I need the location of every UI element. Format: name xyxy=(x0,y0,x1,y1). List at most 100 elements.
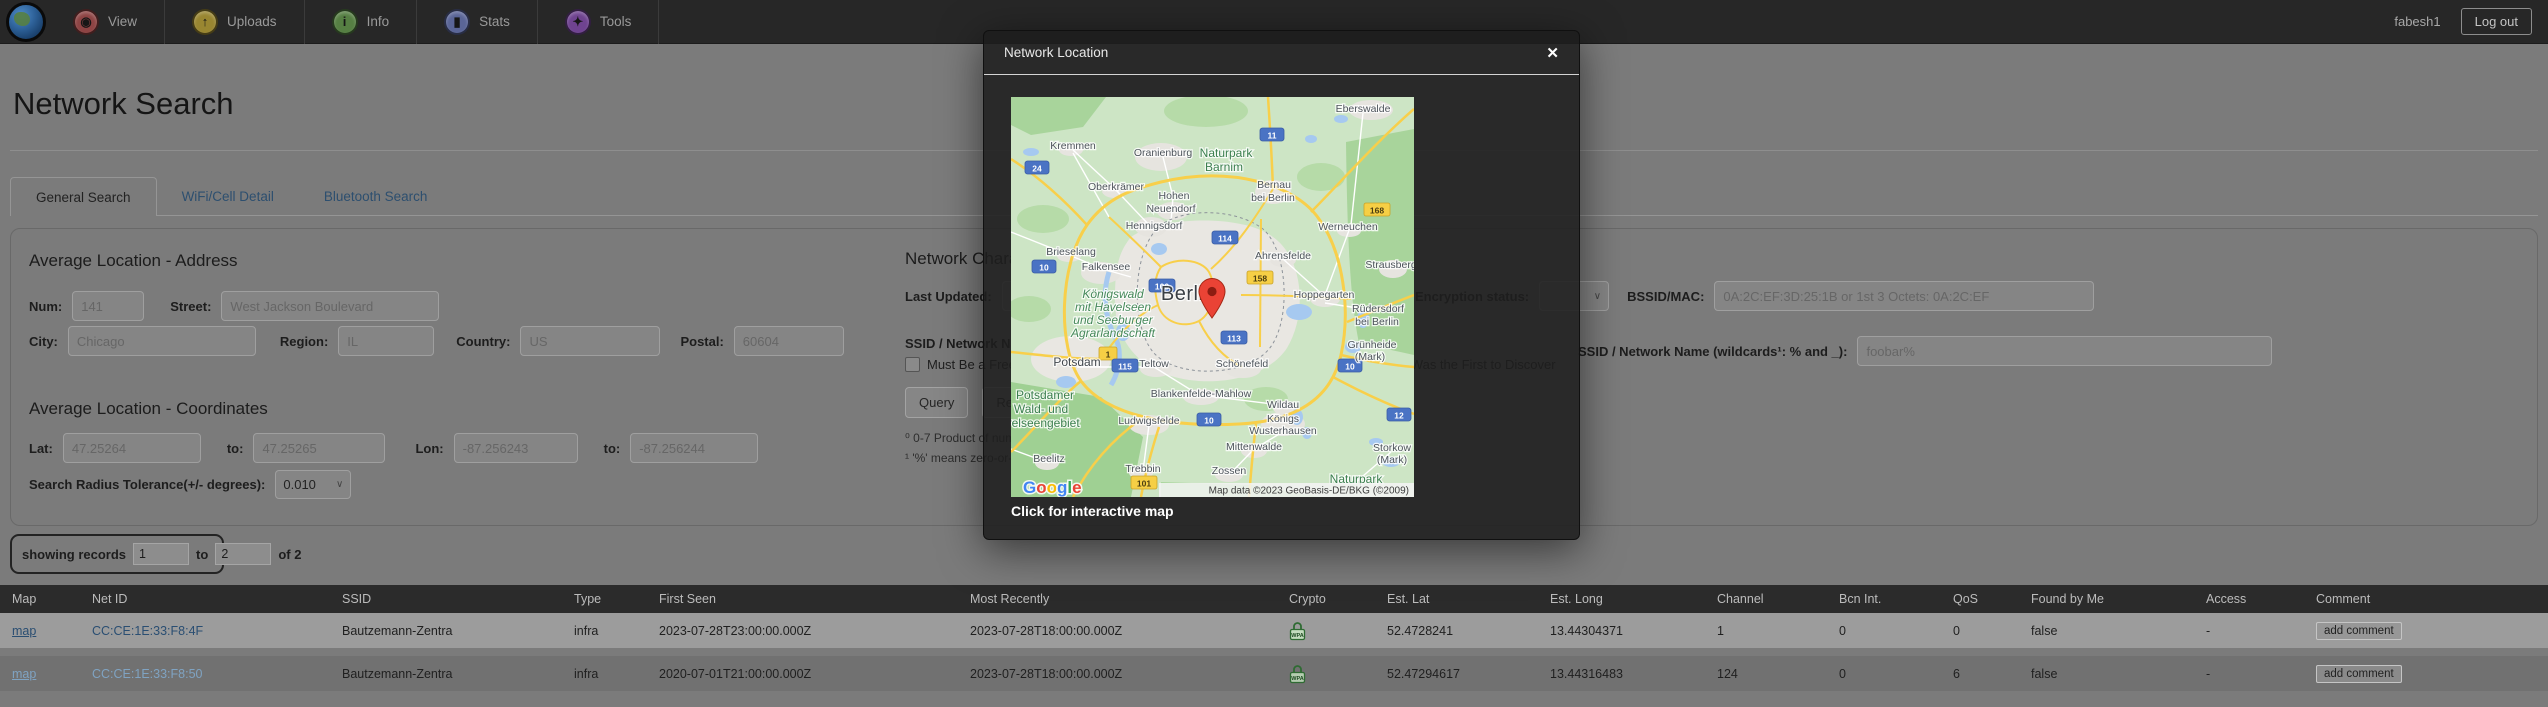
netid-link[interactable]: CC:CE:1E:33:F8:4F xyxy=(92,624,203,638)
found-by-me-cell: false xyxy=(2019,667,2194,681)
wpa-lock-icon: WPA xyxy=(1289,664,1306,684)
svg-text:11: 11 xyxy=(1268,131,1277,141)
ssid-input[interactable] xyxy=(1857,336,2272,366)
nav-item-info[interactable]: i Info xyxy=(305,0,418,44)
lon-from-input[interactable] xyxy=(454,433,578,463)
ssid-cell: Bautzemann-Zentra xyxy=(330,624,562,638)
svg-text:113: 113 xyxy=(1227,334,1241,344)
svg-text:10: 10 xyxy=(1204,416,1214,426)
svg-text:Ludwigsfelde: Ludwigsfelde xyxy=(1118,415,1179,427)
chevron-down-icon: ∨ xyxy=(1594,291,1601,302)
address-section-heading: Average Location - Address xyxy=(29,251,238,271)
bssid-input[interactable] xyxy=(1714,281,2094,311)
postal-label: Postal: xyxy=(680,334,723,349)
nav-item-uploads[interactable]: ↑ Uploads xyxy=(165,0,305,44)
svg-text:Grünheide: Grünheide xyxy=(1347,339,1396,351)
svg-text:und Seeburger: und Seeburger xyxy=(1073,313,1153,327)
svg-text:(Mark): (Mark) xyxy=(1377,454,1407,466)
username: fabesh1 xyxy=(2394,14,2440,29)
showing-records-bar: showing records to of 2 xyxy=(10,534,224,574)
query-button[interactable]: Query xyxy=(905,387,968,418)
tab-wifi-cell-detail[interactable]: WiFi/Cell Detail xyxy=(157,177,299,215)
wigle-globe-logo[interactable] xyxy=(6,2,46,42)
num-input[interactable] xyxy=(72,291,144,321)
col-header-qos: QoS xyxy=(1941,592,2019,606)
records-to-label: to xyxy=(196,547,208,562)
svg-text:Strausberg: Strausberg xyxy=(1365,259,1414,271)
map-link[interactable]: map xyxy=(12,667,36,681)
svg-text:Oberkrämer: Oberkrämer xyxy=(1088,181,1145,193)
tolerance-select[interactable]: 0.010 ∨ xyxy=(275,470,351,499)
country-input[interactable] xyxy=(520,326,660,356)
nav-item-view[interactable]: ◉ View xyxy=(46,0,165,44)
wpa-lock-icon: WPA xyxy=(1289,621,1306,641)
postal-input[interactable] xyxy=(734,326,844,356)
last-updated-label: Last Updated: xyxy=(905,289,992,304)
bssid-label: BSSID/MAC: xyxy=(1627,289,1704,304)
svg-text:Werneuchen: Werneuchen xyxy=(1318,221,1378,233)
svg-text:Wildau: Wildau xyxy=(1267,399,1299,411)
svg-text:115: 115 xyxy=(1118,362,1132,372)
nav-item-label: Info xyxy=(367,14,390,29)
nav-item-tools[interactable]: ✦ Tools xyxy=(538,0,660,44)
city-input[interactable] xyxy=(68,326,256,356)
records-from-input[interactable] xyxy=(133,543,189,565)
svg-text:158: 158 xyxy=(1253,274,1267,284)
add-comment-button[interactable]: add comment xyxy=(2316,622,2402,640)
static-map[interactable]: 24 11 168 10 114 100 158 113 1 115 10 10… xyxy=(1011,97,1414,497)
records-of-label: of 2 xyxy=(278,547,301,562)
col-header-bcn-int: Bcn Int. xyxy=(1827,592,1941,606)
ssid-label: SSID / Network Name (wildcards¹: % and _… xyxy=(1578,344,1847,359)
map-caption[interactable]: Click for interactive map xyxy=(1011,503,1174,519)
nav-item-label: View xyxy=(108,14,137,29)
lon-to-label: to: xyxy=(604,441,621,456)
freenet-checkbox[interactable] xyxy=(905,357,920,372)
most-recently-cell: 2023-07-28T18:00:00.000Z xyxy=(958,667,1277,681)
page-title: Network Search xyxy=(13,86,234,122)
lat-label: Lat: xyxy=(29,441,53,456)
svg-text:Storkow: Storkow xyxy=(1373,442,1411,454)
col-header-found-by-me: Found by Me xyxy=(2019,592,2194,606)
tab-bluetooth-search[interactable]: Bluetooth Search xyxy=(299,177,453,215)
ssid-row: SSID / Network Name (wildcards¹: % and _… xyxy=(1578,336,2272,366)
svg-text:WPA: WPA xyxy=(1291,632,1303,638)
region-input[interactable] xyxy=(338,326,434,356)
tab-general-search[interactable]: General Search xyxy=(10,177,157,216)
svg-text:bei Berlin: bei Berlin xyxy=(1355,316,1399,328)
col-header-comment: Comment xyxy=(2304,592,2548,606)
info-icon: i xyxy=(332,9,358,35)
svg-text:mit Havelseen: mit Havelseen xyxy=(1075,300,1151,314)
col-header-type: Type xyxy=(562,592,647,606)
est-long-cell: 13.44316483 xyxy=(1538,667,1705,681)
first-seen-cell: 2023-07-28T23:00:00.000Z xyxy=(647,624,958,638)
add-comment-button[interactable]: add comment xyxy=(2316,665,2402,683)
svg-text:Hoppegarten: Hoppegarten xyxy=(1294,289,1355,301)
col-header-est-lat: Est. Lat xyxy=(1375,592,1538,606)
est-long-cell: 13.44304371 xyxy=(1538,624,1705,638)
qos-cell: 0 xyxy=(1941,624,2019,638)
records-to-input[interactable] xyxy=(215,543,271,565)
svg-text:Trebbin: Trebbin xyxy=(1125,463,1160,475)
lon-to-input[interactable] xyxy=(630,433,758,463)
svg-text:10: 10 xyxy=(1345,362,1355,372)
svg-text:WPA: WPA xyxy=(1291,675,1303,681)
col-header-map: Map xyxy=(0,592,80,606)
access-cell: - xyxy=(2194,624,2304,638)
modal-header: Network Location ✕ xyxy=(984,31,1579,75)
svg-text:1: 1 xyxy=(1106,350,1111,360)
lat-from-input[interactable] xyxy=(63,433,201,463)
nav-item-stats[interactable]: ▮ Stats xyxy=(417,0,538,44)
lat-to-input[interactable] xyxy=(253,433,385,463)
upload-arrow-icon: ↑ xyxy=(192,9,218,35)
netid-link[interactable]: CC:CE:1E:33:F8:50 xyxy=(92,667,202,681)
street-input[interactable] xyxy=(221,291,439,321)
logout-button[interactable]: Log out xyxy=(2461,8,2532,35)
close-icon[interactable]: ✕ xyxy=(1546,44,1559,62)
lon-label: Lon: xyxy=(415,441,443,456)
table-row: map CC:CE:1E:33:F8:50 Bautzemann-Zentra … xyxy=(0,656,2548,691)
results-table: Map Net ID SSID Type First Seen Most Rec… xyxy=(0,585,2548,691)
map-attribution: Map data ©2023 GeoBasis-DE/BKG (©2009) xyxy=(1209,486,1409,497)
map-link[interactable]: map xyxy=(12,624,36,638)
est-lat-cell: 52.47294617 xyxy=(1375,667,1538,681)
svg-text:168: 168 xyxy=(1370,206,1384,216)
